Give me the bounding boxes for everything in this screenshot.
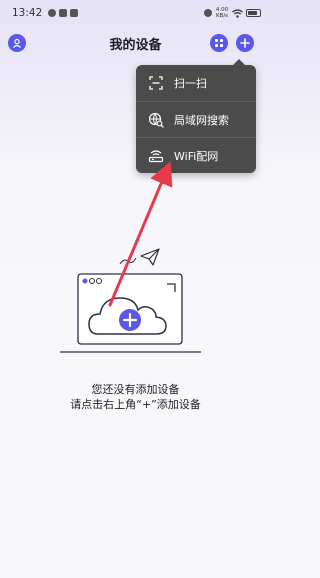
empty-state-line2: 请点击右上角“+”添加设备 [70,398,201,411]
header: 我的设备 [0,28,271,58]
window-dot-icon [82,278,88,284]
notification-icon [48,9,57,17]
net-speed-unit: KB/s [215,13,229,19]
paper-plane-icon [140,248,160,266]
device-grid-button[interactable] [210,34,228,52]
router-icon [148,148,164,164]
avatar-button[interactable] [8,34,26,52]
menu-item-scan-label: 扫一扫 [174,77,207,90]
paper-plane-trail [119,257,137,265]
message-icon [70,9,79,17]
status-bar: 13:42 4.00 KB/s [0,0,271,26]
add-device-button[interactable] [236,34,254,52]
page-title: 我的设备 [109,37,162,53]
status-time: 13:42 [12,7,43,19]
wifi-icon [232,8,243,18]
plus-icon [240,38,250,48]
empty-state-message: 您还没有添加设备 请点击右上角“+”添加设备 [0,382,271,412]
menu-item-scan[interactable]: 扫一扫 [136,65,256,101]
grid-icon [215,39,223,47]
scan-icon [148,75,164,91]
empty-state-line1: 您还没有添加设备 [91,383,180,396]
menu-item-lan-search[interactable]: 局域网搜索 [136,101,256,137]
empty-devices-illustration [60,248,201,353]
status-right: 4.00 KB/s [204,7,261,19]
net-speed: 4.00 KB/s [215,7,229,19]
menu-item-wifi-config[interactable]: WiFi配网 [136,137,256,173]
menu-item-lan-search-label: 局域网搜索 [174,113,229,127]
menu-item-wifi-config-label: WiFi配网 [174,149,219,163]
lan-search-icon [148,112,164,128]
add-menu-dropdown: 扫一扫 局域网搜索 WiFi配网 [136,59,256,173]
user-icon [13,38,21,48]
app-notification-icon [59,9,68,17]
status-left: 13:42 [12,7,79,19]
battery-icon [246,9,261,17]
alarm-icon [204,9,212,17]
